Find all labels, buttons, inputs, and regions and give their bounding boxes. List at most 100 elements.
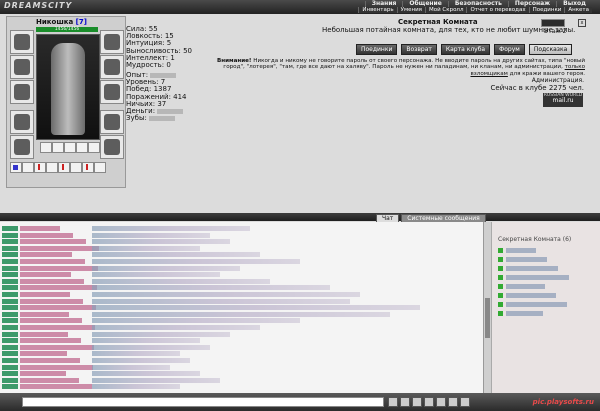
message-author-blur — [20, 292, 70, 297]
potion-slot-7[interactable] — [82, 162, 94, 173]
sound-icon[interactable] — [448, 397, 458, 407]
character-name: Никошка [7] — [36, 18, 87, 26]
message-time-blur — [2, 272, 18, 278]
room-description: Небольшая потайная комната, для тех, кто… — [322, 26, 576, 34]
message-time-blur — [2, 371, 18, 377]
helmet-slot[interactable] — [10, 30, 34, 54]
chat-message — [0, 358, 480, 364]
message-time-blur — [2, 298, 18, 304]
user-entry[interactable] — [498, 293, 588, 298]
filter-icon[interactable] — [412, 397, 422, 407]
character-level: [7] — [75, 18, 87, 26]
boots-icon — [104, 139, 120, 155]
message-author-blur — [20, 344, 94, 350]
shield-slot[interactable] — [100, 80, 124, 104]
chat-log[interactable] — [0, 222, 483, 393]
submenu-skills[interactable]: Умения — [396, 7, 425, 13]
user-entry[interactable] — [498, 257, 588, 262]
leggings-icon — [104, 114, 120, 130]
user-status-icon — [498, 248, 503, 253]
user-name-blur — [506, 284, 545, 289]
message-author-blur — [20, 358, 80, 363]
armor-slot[interactable] — [10, 110, 34, 134]
scrollbar-thumb[interactable] — [485, 298, 490, 338]
settings-icon[interactable] — [436, 397, 446, 407]
chat-message — [0, 252, 480, 258]
chat-message — [0, 305, 480, 311]
club-map-button[interactable]: Карта клуба — [440, 44, 491, 55]
character-doll[interactable] — [36, 34, 100, 140]
send-icon[interactable] — [388, 397, 398, 407]
armor-icon — [14, 114, 30, 130]
fights-button[interactable]: Поединки — [356, 44, 398, 55]
user-entry[interactable] — [498, 302, 588, 307]
message-text-blur — [92, 311, 390, 317]
submenu-scroll[interactable]: Мой Скролл — [424, 7, 467, 13]
message-author-blur — [20, 252, 72, 258]
message-text-blur — [92, 265, 240, 271]
message-time-blur — [2, 226, 18, 231]
blurred-value — [150, 72, 177, 78]
return-button[interactable]: Возврат — [401, 44, 437, 55]
clear-icon[interactable] — [424, 397, 434, 407]
potion-slot-3[interactable] — [34, 162, 46, 173]
potion-slot-1[interactable] — [10, 162, 22, 173]
hint-button[interactable]: Подсказка — [528, 44, 573, 55]
message-time-blur — [2, 377, 18, 383]
users-list-title: Секретная Комната (6) — [498, 236, 572, 243]
earrings-slot[interactable] — [100, 30, 124, 54]
gloves-slot[interactable] — [100, 55, 124, 79]
smiley-icon[interactable] — [400, 397, 410, 407]
message-time-blur — [2, 338, 18, 344]
potion-slot-5[interactable] — [58, 162, 70, 173]
potion-slot-6[interactable] — [70, 162, 82, 173]
refresh-icon[interactable] — [460, 397, 470, 407]
floor-label: Этаж 2 — [544, 28, 567, 35]
boots-slot[interactable] — [100, 135, 124, 159]
message-time-blur — [2, 305, 18, 311]
chat-message — [0, 298, 480, 305]
message-text-blur — [92, 384, 180, 390]
message-time-blur — [2, 285, 18, 291]
message-author-blur — [20, 325, 95, 330]
ring-slot-5[interactable] — [88, 142, 100, 153]
forum-button[interactable]: Форум — [494, 44, 525, 55]
message-author-blur — [20, 338, 81, 344]
ring-slot-3[interactable] — [64, 142, 76, 153]
weapon-slot[interactable] — [10, 80, 34, 104]
close-icon[interactable]: x — [578, 19, 586, 27]
message-author-blur — [20, 272, 71, 278]
chat-message — [0, 371, 480, 377]
user-entry[interactable] — [498, 266, 588, 271]
belt-slot[interactable] — [10, 135, 34, 159]
potion-slot-2[interactable] — [22, 162, 34, 173]
potion-slot-4[interactable] — [46, 162, 58, 173]
amulet-slot[interactable] — [10, 55, 34, 79]
message-text-blur — [92, 226, 250, 231]
message-author-blur — [20, 245, 99, 251]
user-entry[interactable] — [498, 248, 588, 253]
chat-tabs-bar — [0, 213, 600, 221]
app-logo: DREAMSCITY — [4, 1, 73, 10]
submenu-inventory[interactable]: Инвентарь — [358, 7, 397, 13]
message-time-blur — [2, 259, 18, 264]
banner-main-text: mail.ru — [552, 97, 574, 104]
user-entry[interactable] — [498, 275, 588, 280]
ring-slot-2[interactable] — [52, 142, 64, 153]
chat-input[interactable] — [22, 397, 384, 407]
ring-slot-4[interactable] — [76, 142, 88, 153]
submenu-fights[interactable]: Поединки — [528, 7, 565, 13]
counter-banner[interactable]: RUSSIAN WORLD mail.ru — [543, 93, 583, 107]
potion-slot-8[interactable] — [94, 162, 106, 173]
submenu-profile[interactable]: Анкета — [564, 7, 592, 13]
room-users-list[interactable]: Секретная Комната (6) — [491, 222, 600, 393]
chat-message — [0, 259, 480, 265]
legs-slot[interactable] — [100, 110, 124, 134]
submenu-transfers[interactable]: Отчет о переводах — [466, 7, 529, 13]
user-entry[interactable] — [498, 284, 588, 289]
user-entry[interactable] — [498, 311, 588, 316]
admin-signature: Администрация. — [531, 77, 584, 84]
user-status-icon — [498, 311, 503, 316]
message-text-blur — [92, 285, 330, 291]
ring-slot-1[interactable] — [40, 142, 52, 153]
